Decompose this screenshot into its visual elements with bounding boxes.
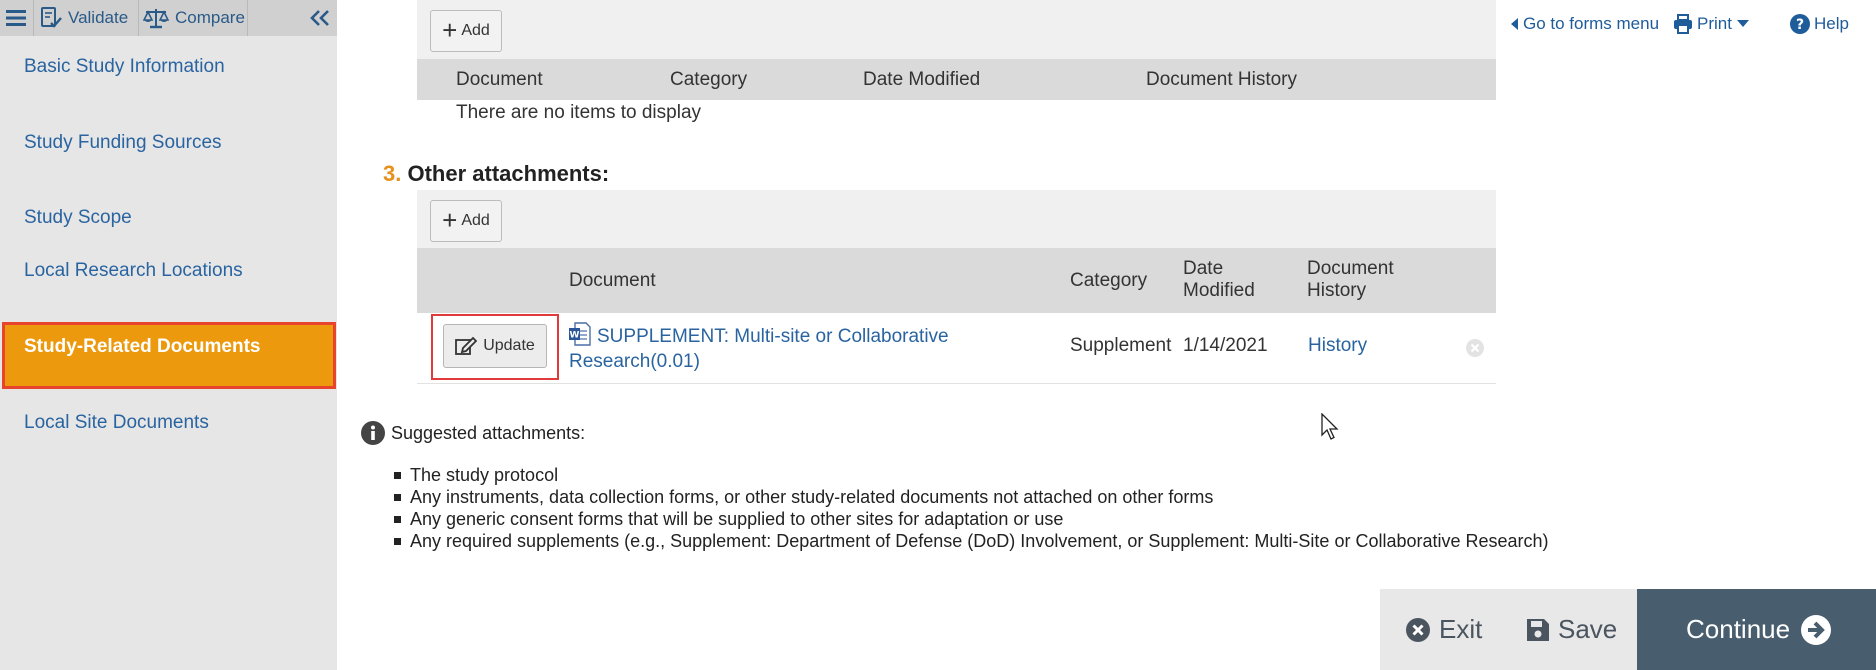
print-label: Print [1697, 14, 1732, 33]
suggested-heading-text: Suggested attachments: [391, 422, 586, 443]
sidebar-item-study-related-documents[interactable]: Study-Related Documents [2, 322, 336, 389]
remove-circle-icon [1466, 339, 1484, 357]
update-button-highlight: Update [431, 314, 559, 380]
compare-label: Compare [175, 8, 245, 27]
add-label: Add [461, 212, 490, 229]
exit-button[interactable]: Exit [1405, 589, 1482, 670]
balance-scale-icon [143, 9, 169, 29]
toolbar-divider [138, 0, 139, 36]
sidebar-item-label: Study Scope [24, 207, 132, 228]
sidebar-toolbar: Validate Compare [0, 0, 337, 36]
question-circle-icon: ? [1790, 14, 1810, 34]
sidebar: Validate Compare Basic Study Information… [0, 0, 337, 670]
plus-icon: + [442, 14, 458, 45]
category-cell: Supplement [1070, 335, 1172, 356]
sidebar-item-label: Basic Study Information [24, 56, 225, 77]
section-number: 3. [383, 161, 402, 186]
help-label: Help [1814, 14, 1849, 33]
caret-down-icon [1736, 20, 1749, 27]
column-header-date-modified[interactable]: Date Modified [863, 69, 980, 91]
section-title: 3. Other attachments: [383, 161, 609, 187]
suggested-attachments-heading: Suggested attachments: [361, 421, 585, 445]
update-button[interactable]: Update [443, 324, 547, 368]
column-header-category[interactable]: Category [1070, 270, 1147, 292]
column-header-document[interactable]: Document [456, 69, 543, 91]
sidebar-item-study-funding-sources[interactable]: Study Funding Sources [24, 132, 264, 154]
floppy-disk-icon [1527, 618, 1549, 641]
list-item: The study protocol [392, 464, 1549, 486]
sidebar-item-basic-study-information[interactable]: Basic Study Information [24, 56, 264, 78]
continue-button[interactable]: Continue [1686, 589, 1832, 670]
arrow-right-circle-icon [1801, 614, 1832, 645]
add-label: Add [461, 22, 490, 39]
other-attachments-add-button[interactable]: + Add [430, 200, 502, 242]
go-to-forms-menu-label: Go to forms menu [1523, 14, 1660, 33]
section-title-text: Other attachments: [407, 161, 610, 186]
column-header-document[interactable]: Document [569, 270, 656, 292]
form-footer: Exit Save Continue [1380, 589, 1876, 670]
exit-label: Exit [1439, 614, 1483, 644]
document-name: SUPPLEMENT: Multi-site or Collaborative … [569, 326, 949, 372]
update-label: Update [483, 337, 535, 354]
column-header-document-history[interactable]: Document History [1146, 69, 1297, 91]
collapse-sidebar-button[interactable] [310, 0, 336, 36]
empty-grid-message: There are no items to display [456, 102, 702, 123]
suggested-attachments-list: The study protocol Any instruments, data… [392, 464, 1549, 552]
upper-grid-header: Document Category Date Modified Document… [417, 59, 1496, 100]
list-item: Any instruments, data collection forms, … [392, 486, 1549, 508]
remove-row-button[interactable] [1465, 338, 1485, 358]
column-header-category[interactable]: Category [670, 69, 747, 91]
sidebar-item-label: Local Site Documents [24, 412, 209, 433]
close-circle-icon [1406, 617, 1430, 642]
caret-left-icon [1511, 18, 1518, 30]
sidebar-item-label: Study Funding Sources [24, 132, 222, 153]
toolbar-divider [247, 0, 248, 36]
hamburger-icon [6, 10, 26, 26]
sidebar-item-local-site-documents[interactable]: Local Site Documents [24, 412, 264, 434]
compare-button[interactable]: Compare [143, 0, 245, 36]
double-chevron-left-icon [310, 10, 329, 26]
save-label: Save [1558, 614, 1618, 644]
list-item: Any required supplements (e.g., Suppleme… [392, 530, 1549, 552]
upper-grid-toolbar [417, 0, 1496, 59]
toolbar-divider [33, 0, 34, 36]
word-document-icon: W [569, 322, 591, 346]
continue-label: Continue [1686, 614, 1791, 644]
column-header-document-history[interactable]: Document History [1307, 258, 1417, 302]
cursor-arrow-icon [1321, 413, 1339, 440]
validate-button[interactable]: Validate [40, 0, 128, 36]
svg-text:W: W [570, 331, 580, 341]
history-link[interactable]: History [1308, 335, 1367, 357]
sidebar-item-label: Study-Related Documents [24, 336, 261, 357]
validate-icon [41, 7, 62, 28]
sidebar-item-study-scope[interactable]: Study Scope [24, 207, 264, 229]
date-modified-cell: 1/14/2021 [1183, 335, 1268, 356]
other-attachments-header: Document Category Date Modified Document… [417, 248, 1496, 313]
upper-add-button[interactable]: + Add [430, 10, 502, 52]
other-attachments-toolbar [417, 190, 1496, 248]
printer-icon [1674, 14, 1692, 34]
plus-icon: + [442, 204, 458, 235]
column-header-date-modified[interactable]: Date Modified [1183, 258, 1273, 302]
svg-text:?: ? [1796, 17, 1804, 33]
sidebar-item-local-research-locations[interactable]: Local Research Locations [24, 260, 264, 282]
help-link[interactable]: ? Help [1790, 14, 1849, 34]
mouse-cursor [1321, 413, 1339, 441]
print-menu-button[interactable]: Print [1673, 14, 1753, 34]
hamburger-menu-button[interactable] [6, 0, 32, 36]
info-icon [361, 421, 385, 445]
save-button[interactable]: Save [1526, 589, 1617, 670]
sidebar-item-label: Local Research Locations [24, 260, 243, 281]
go-to-forms-menu-link[interactable]: Go to forms menu [1511, 14, 1659, 34]
list-item: Any generic consent forms that will be s… [392, 508, 1549, 530]
document-link[interactable]: W SUPPLEMENT: Multi-site or Collaborativ… [569, 322, 1019, 374]
validate-label: Validate [68, 8, 129, 27]
edit-icon [455, 336, 478, 355]
